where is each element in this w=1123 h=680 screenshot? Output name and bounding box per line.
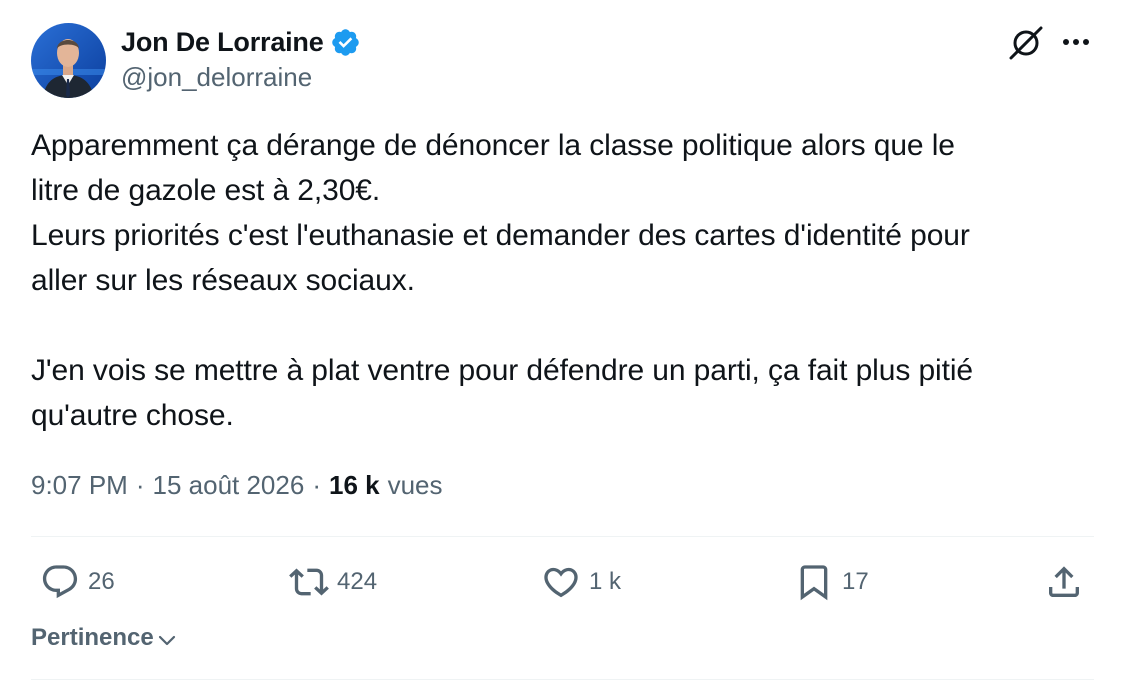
bookmark-button[interactable]: 17: [794, 561, 869, 603]
reply-button[interactable]: 26: [40, 561, 115, 603]
views-label: vues: [387, 470, 443, 500]
reply-icon: [40, 562, 80, 602]
grok-icon[interactable]: [1007, 24, 1045, 62]
share-icon: [1044, 562, 1084, 602]
bookmark-icon: [794, 562, 834, 602]
bookmark-count: 17: [842, 568, 869, 595]
tweet-date[interactable]: 15 août 2026: [153, 470, 305, 501]
sort-label: Pertinence: [31, 624, 154, 651]
author-handle[interactable]: @jon_delorraine: [121, 62, 312, 93]
meta-separator: ·: [312, 470, 321, 500]
retweet-button[interactable]: 424: [289, 561, 377, 603]
avatar[interactable]: [31, 23, 106, 98]
share-button[interactable]: [1044, 561, 1084, 603]
like-icon: [541, 562, 581, 602]
like-count: 1 k: [589, 568, 622, 595]
tweet-time[interactable]: 9:07 PM: [31, 470, 128, 501]
more-icon[interactable]: [1058, 26, 1094, 58]
sort-dropdown[interactable]: Pertinence: [31, 624, 178, 652]
tweet-meta: 9:07 PM · 15 août 2026 · 16 k vues: [31, 470, 443, 501]
like-button[interactable]: 1 k: [541, 561, 621, 603]
verified-badge-icon[interactable]: [330, 27, 361, 58]
chevron-down-icon: [156, 629, 178, 651]
author-name-row[interactable]: Jon De Lorraine: [121, 24, 361, 60]
author-name[interactable]: Jon De Lorraine: [121, 27, 324, 58]
reply-count: 26: [88, 568, 115, 595]
meta-separator: ·: [135, 470, 145, 500]
retweet-count: 424: [337, 568, 378, 595]
views-count[interactable]: 16 k: [329, 470, 380, 501]
divider: [31, 536, 1094, 537]
retweet-icon: [289, 562, 329, 602]
tweet-text: Apparemment ça dérange de dénoncer la cl…: [31, 129, 973, 432]
